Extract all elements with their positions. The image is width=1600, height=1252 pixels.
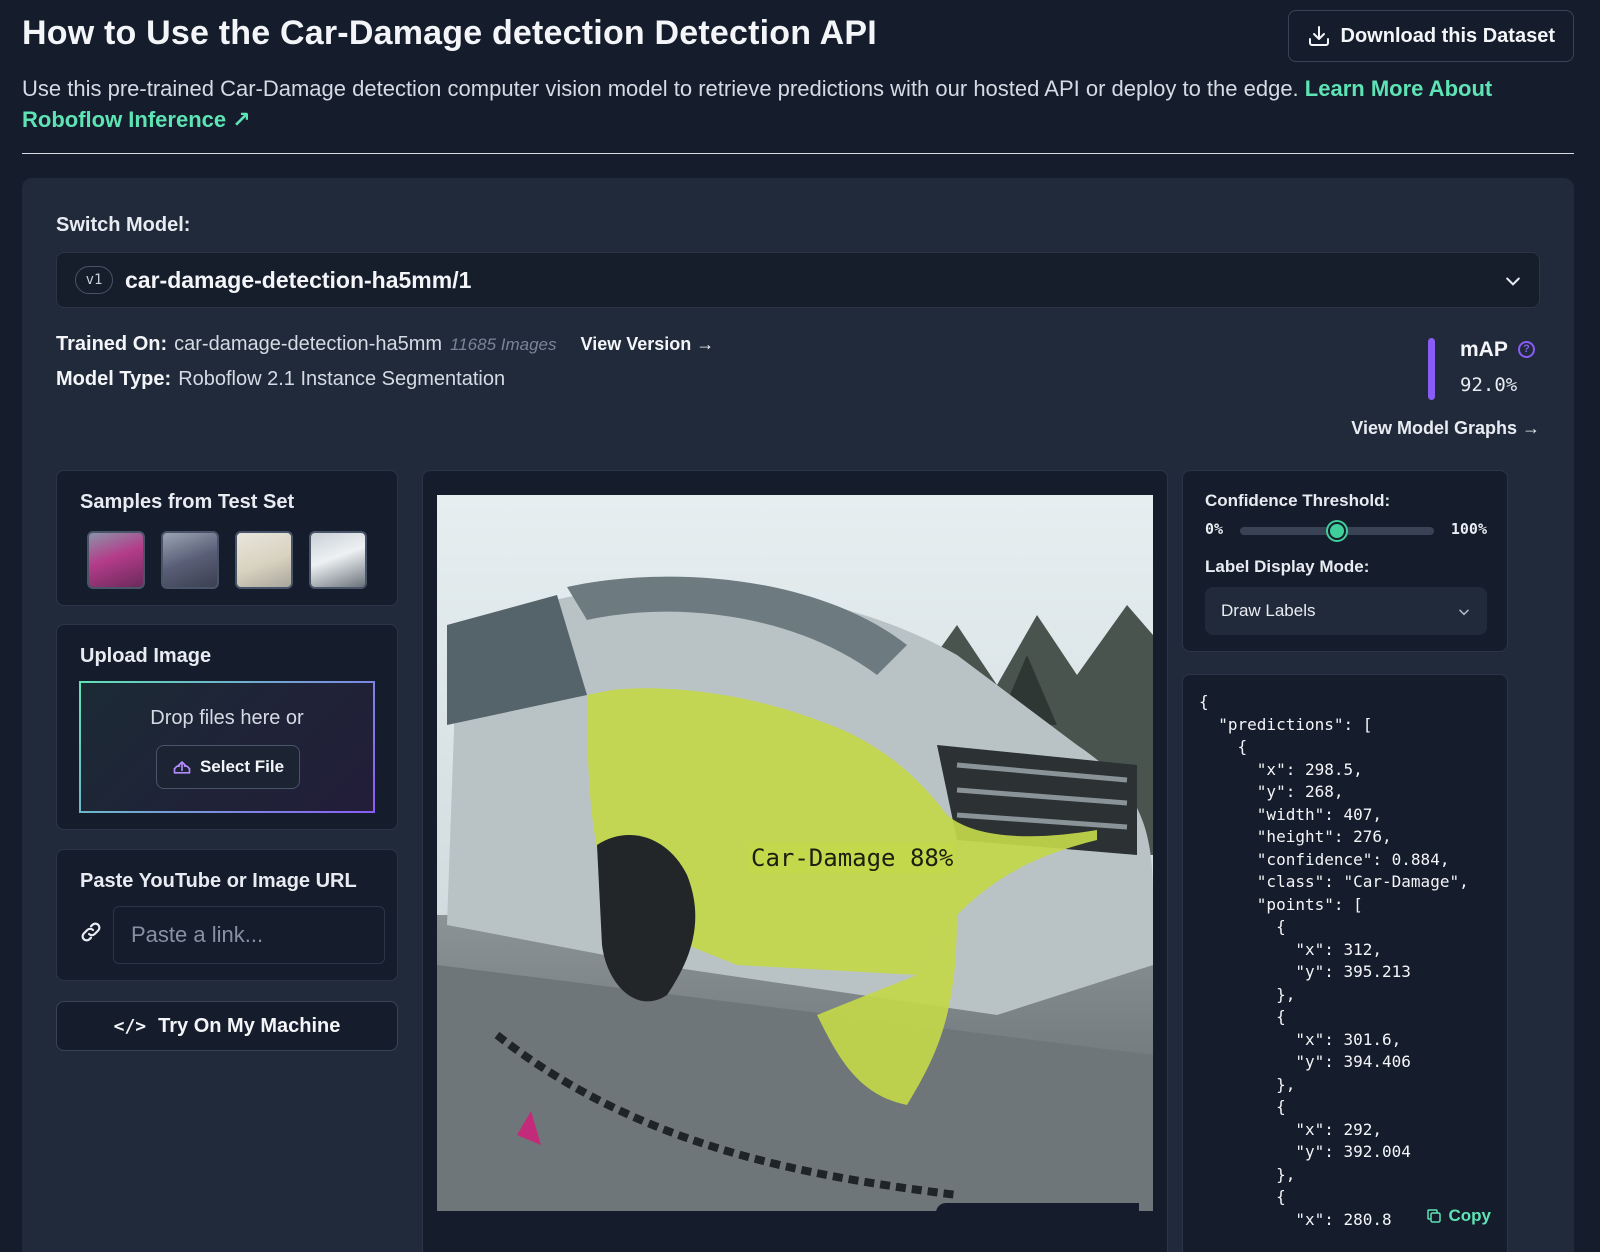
- confidence-slider[interactable]: [1240, 522, 1434, 540]
- sample-thumbnail[interactable]: [161, 531, 219, 589]
- download-icon: [1308, 26, 1329, 46]
- trained-on-row: Trained On: car-damage-detection-ha5mm 1…: [56, 333, 714, 368]
- inference-image-panel: Car-Damage 88% 1 object detected: [422, 470, 1168, 1252]
- help-icon[interactable]: ?: [1518, 341, 1535, 358]
- page-subtitle: Use this pre-trained Car-Damage detectio…: [22, 73, 1552, 135]
- trained-on-label: Trained On:: [56, 333, 168, 355]
- trained-on-value: car-damage-detection-ha5mm: [174, 333, 443, 355]
- model-type-row: Model Type: Roboflow 2.1 Instance Segmen…: [56, 368, 714, 403]
- samples-panel: Samples from Test Set: [56, 470, 398, 606]
- model-meta: Trained On: car-damage-detection-ha5mm 1…: [56, 333, 714, 403]
- confidence-max: 100%: [1450, 520, 1487, 538]
- view-model-graphs-link[interactable]: View Model Graphs →: [1351, 418, 1540, 439]
- sample-thumbnail[interactable]: [235, 531, 293, 589]
- sample-thumbnail[interactable]: [87, 531, 145, 589]
- objects-detected-badge: 1 object detected: [935, 1203, 1139, 1211]
- paste-url-panel: Paste YouTube or Image URL: [56, 849, 398, 981]
- download-label: Download this Dataset: [1340, 24, 1555, 47]
- chevron-down-icon: [1459, 609, 1469, 616]
- paste-link-input[interactable]: [113, 906, 385, 964]
- link-icon: [81, 922, 101, 942]
- select-file-label: Select File: [199, 757, 285, 776]
- copy-label: Copy: [1448, 1206, 1492, 1225]
- images-count: 11685 Images: [450, 335, 557, 354]
- map-metric: mAP ? 92.0%: [1428, 338, 1548, 402]
- header-divider: [22, 153, 1574, 154]
- confidence-label: Confidence Threshold:: [1205, 491, 1391, 510]
- model-type-value: Roboflow 2.1 Instance Segmentation: [178, 368, 506, 390]
- subtitle-text: Use this pre-trained Car-Damage detectio…: [22, 76, 1299, 101]
- json-output-panel: { "predictions": [ { "x": 298.5, "y": 26…: [1182, 674, 1508, 1252]
- view-version-link[interactable]: View Version →: [581, 334, 715, 355]
- inference-image: Car-Damage 88% 1 object detected: [437, 495, 1153, 1211]
- model-select[interactable]: v1 car-damage-detection-ha5mm/1: [56, 252, 1540, 308]
- switch-model-label: Switch Model:: [56, 214, 191, 236]
- copy-button[interactable]: Copy: [1412, 1201, 1493, 1231]
- try-label: Try On My Machine: [158, 1014, 341, 1037]
- upload-icon: [173, 761, 191, 774]
- upload-title: Upload Image: [80, 645, 212, 667]
- confidence-min: 0%: [1205, 520, 1224, 538]
- controls-panel: Confidence Threshold: 0% 100% Label Disp…: [1182, 470, 1508, 652]
- paste-title: Paste YouTube or Image URL: [80, 870, 357, 892]
- page-header: How to Use the Car-Damage detection Dete…: [22, 10, 1574, 135]
- map-bar: [1428, 338, 1435, 400]
- map-value: 92.0%: [1460, 374, 1518, 396]
- select-file-button[interactable]: Select File: [156, 745, 300, 789]
- upload-panel: Upload Image Drop files here or Select F…: [56, 624, 398, 830]
- chevron-down-icon: [1506, 277, 1520, 286]
- file-dropzone[interactable]: Drop files here or Select File: [79, 681, 375, 813]
- model-type-label: Model Type:: [56, 368, 172, 390]
- label-mode-value: Draw Labels: [1221, 601, 1316, 620]
- detection-label: Car-Damage 88%: [749, 843, 956, 873]
- samples-title: Samples from Test Set: [80, 491, 295, 513]
- label-mode-select[interactable]: Draw Labels: [1205, 587, 1487, 635]
- json-output: { "predictions": [ { "x": 298.5, "y": 26…: [1199, 692, 1469, 1227]
- slider-thumb[interactable]: [1328, 522, 1346, 540]
- drop-text: Drop files here or: [150, 707, 304, 729]
- copy-icon: [1426, 1209, 1441, 1223]
- code-icon: </>: [113, 1015, 147, 1037]
- version-chip: v1: [75, 266, 113, 294]
- model-name: car-damage-detection-ha5mm/1: [125, 266, 472, 293]
- model-card: Switch Model: v1 car-damage-detection-ha…: [22, 178, 1574, 1252]
- download-dataset-button[interactable]: Download this Dataset: [1287, 10, 1574, 62]
- try-on-my-machine-button[interactable]: </> Try On My Machine: [56, 1001, 398, 1051]
- map-label: mAP: [1460, 338, 1508, 361]
- label-mode-label: Label Display Mode:: [1205, 557, 1370, 576]
- sample-thumbnail[interactable]: [309, 531, 367, 589]
